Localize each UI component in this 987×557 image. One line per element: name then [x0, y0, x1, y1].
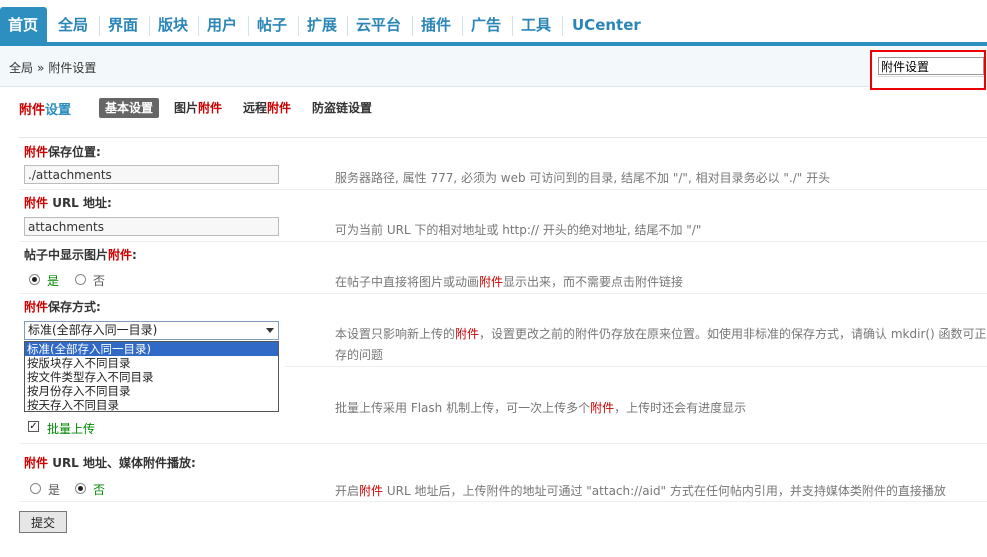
save-mode-tip: 本设置只影响新上传的附件，设置更改之前的附件仍存放在原来位置。如使用非标准的保存…: [335, 327, 987, 341]
media-no-radio[interactable]: [75, 483, 86, 494]
batch-upload-label[interactable]: 批量上传: [47, 420, 95, 437]
row-divider: [19, 293, 987, 294]
save-mode-dropdown: 标准(全部存入同一目录) 按版块存入不同目录 按文件类型存入不同目录 按月份存入…: [24, 341, 279, 412]
nav-global[interactable]: 全局: [50, 9, 96, 42]
quick-search-input[interactable]: [878, 57, 984, 75]
chevron-down-icon[interactable]: [266, 328, 274, 333]
nav-forums[interactable]: 版块: [150, 9, 196, 42]
row-divider: [285, 366, 987, 367]
breadcrumb: 全局 » 附件设置: [9, 59, 96, 76]
url-input[interactable]: [24, 217, 279, 236]
tab-remote-attachments[interactable]: 远程附件: [237, 98, 297, 118]
nav-tools[interactable]: 工具: [513, 9, 559, 42]
save-mode-option[interactable]: 按天存入不同目录: [25, 398, 278, 412]
breadcrumb-current: 附件设置: [48, 61, 97, 75]
nav-interface[interactable]: 界面: [100, 9, 146, 42]
media-label: 附件 URL 地址、媒体附件播放:: [24, 456, 196, 470]
breadcrumb-bar: 全局 » 附件设置: [0, 46, 987, 87]
page-title: 附件设置: [19, 103, 72, 118]
nav-cloud[interactable]: 云平台: [348, 9, 409, 42]
url-tip: 可为当前 URL 下的相对地址或 http:// 开头的绝对地址, 结尾不加 "…: [335, 223, 702, 237]
save-path-tip: 服务器路径, 属性 777, 必须为 web 可访问到的目录, 结尾不加 "/"…: [335, 171, 831, 185]
batch-upload-checkbox[interactable]: ✓: [28, 421, 39, 432]
submit-button[interactable]: 提交: [19, 511, 67, 533]
nav-ucenter[interactable]: UCenter: [564, 9, 649, 42]
save-mode-select[interactable]: 标准(全部存入同一目录): [24, 321, 279, 340]
batch-upload-tip: 批量上传采用 Flash 机制上传，可一次上传多个附件，上传时还会有进度显示: [335, 401, 747, 415]
top-nav: 首页 全局 界面 版块 用户 帖子 扩展 云平台 插件 广告 工具 UCente…: [0, 0, 987, 46]
quick-search-box: [870, 50, 986, 90]
save-mode-option[interactable]: 按版块存入不同目录: [25, 356, 278, 370]
divider: [19, 137, 987, 138]
show-image-label: 帖子中显示图片附件:: [24, 248, 137, 262]
save-mode-option[interactable]: 标准(全部存入同一目录): [25, 342, 278, 356]
row-divider: [19, 443, 987, 444]
row-divider: [19, 189, 987, 190]
nav-threads[interactable]: 帖子: [249, 9, 295, 42]
tab-basic-settings[interactable]: 基本设置: [99, 98, 160, 118]
media-yes-label[interactable]: 是: [48, 481, 60, 498]
nav-ads[interactable]: 广告: [463, 9, 509, 42]
save-mode-option[interactable]: 按文件类型存入不同目录: [25, 370, 278, 384]
media-tip: 开启附件 URL 地址后，上传附件的地址可通过 "attach://aid" 方…: [335, 484, 946, 498]
nav-plugins[interactable]: 插件: [413, 9, 459, 42]
breadcrumb-root[interactable]: 全局: [9, 61, 33, 75]
nav-extensions[interactable]: 扩展: [299, 9, 345, 42]
show-image-tip: 在帖子中直接将图片或动画附件显示出来，而不需要点击附件链接: [335, 275, 684, 289]
show-image-yes-radio[interactable]: [29, 274, 40, 285]
media-no-label[interactable]: 否: [93, 481, 105, 498]
row-divider: [19, 501, 987, 502]
save-mode-tip-line2: 存的问题: [335, 348, 384, 362]
breadcrumb-separator: »: [37, 61, 45, 75]
save-path-input[interactable]: [24, 165, 279, 184]
save-mode-option[interactable]: 按月份存入不同目录: [25, 384, 278, 398]
show-image-yes-label[interactable]: 是: [47, 272, 59, 289]
quick-search-shadow: [878, 76, 984, 77]
row-divider: [19, 241, 987, 242]
url-label: 附件 URL 地址:: [24, 196, 112, 210]
tab-image-attachments[interactable]: 图片附件: [168, 98, 228, 118]
nav-separator: [562, 16, 563, 36]
show-image-no-radio[interactable]: [75, 274, 86, 285]
tab-anti-leech[interactable]: 防盗链设置: [306, 98, 378, 118]
nav-home[interactable]: 首页: [0, 7, 47, 44]
media-yes-radio[interactable]: [30, 483, 41, 494]
save-path-label: 附件保存位置:: [24, 145, 101, 159]
nav-users[interactable]: 用户: [199, 9, 245, 42]
show-image-no-label[interactable]: 否: [93, 272, 105, 289]
save-mode-label: 附件保存方式:: [24, 300, 101, 314]
